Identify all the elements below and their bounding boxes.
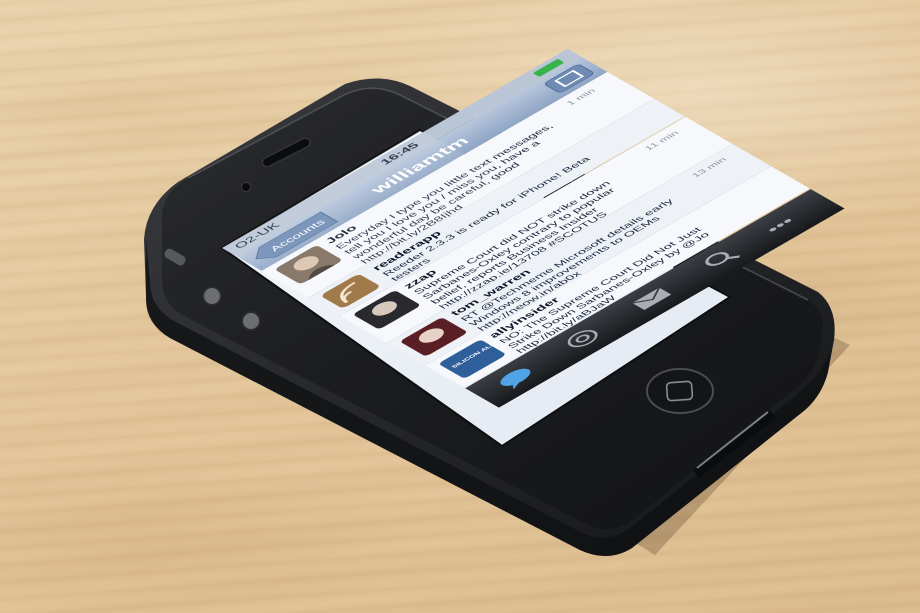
front-camera	[241, 182, 251, 192]
volume-up-button[interactable]	[202, 286, 222, 306]
home-button[interactable]	[646, 368, 714, 414]
iphone-photo: O2-UK 16:45 Accounts williamtm Jolo 1 mi…	[144, 48, 850, 557]
volume-down-button[interactable]	[241, 311, 261, 331]
